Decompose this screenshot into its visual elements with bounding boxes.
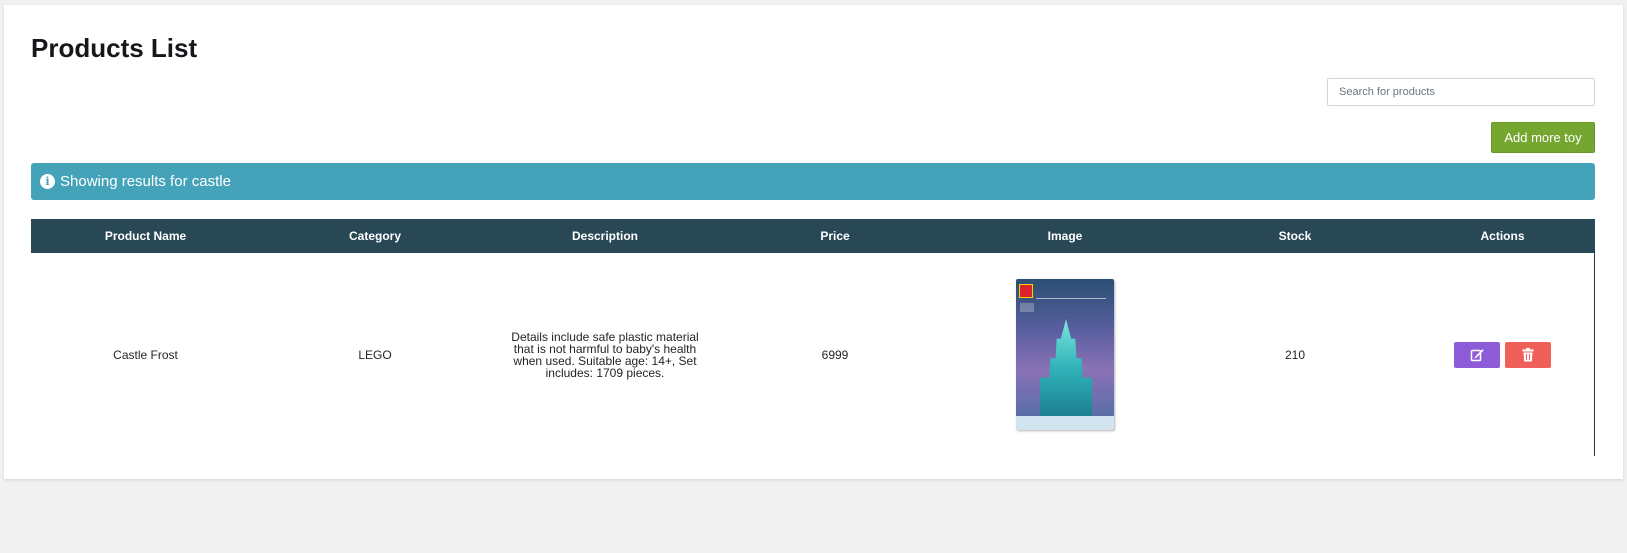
column-header-product-name: Product Name [104, 229, 187, 243]
product-image [1016, 279, 1114, 430]
add-more-toy-button[interactable]: Add more toy [1491, 122, 1595, 153]
table-header-row: Product Name Category Description Price … [31, 219, 1595, 253]
cell-stock: 210 [1284, 347, 1306, 362]
products-card: Products List Add more toy i Showing res… [4, 5, 1623, 479]
table-right-border [1594, 253, 1595, 456]
lego-logo [1019, 284, 1033, 298]
trash-icon [1522, 347, 1534, 361]
table-row: Castle Frost LEGO Details include safe p… [31, 253, 1595, 456]
box-base-strip [1016, 416, 1114, 430]
products-table: Product Name Category Description Price … [31, 219, 1595, 456]
info-circle-icon: i [40, 174, 55, 189]
delete-button[interactable] [1504, 341, 1551, 368]
edit-icon [1471, 348, 1485, 361]
cell-actions [1410, 253, 1595, 456]
cell-image [950, 253, 1180, 456]
search-results-alert: i Showing results for castle [31, 163, 1595, 200]
brand-logo [1036, 284, 1106, 299]
cell-category: LEGO [358, 347, 392, 362]
search-input[interactable] [1327, 78, 1595, 106]
column-header-actions: Actions [1480, 229, 1525, 243]
products-table-wrapper: Product Name Category Description Price … [31, 219, 1595, 456]
column-header-price: Price [820, 229, 850, 243]
alert-text: Showing results for castle [60, 173, 231, 190]
column-header-category: Category [348, 229, 401, 243]
castle-illustration [1040, 319, 1092, 417]
page-title: Products List [31, 33, 198, 63]
edit-button[interactable] [1454, 341, 1501, 368]
column-header-stock: Stock [1278, 229, 1312, 243]
column-header-description: Description [571, 229, 638, 243]
age-badge [1020, 303, 1034, 312]
column-header-image: Image [1047, 229, 1083, 243]
cell-price: 6999 [821, 347, 849, 362]
cell-description: Details include safe plastic material th… [511, 329, 699, 380]
cell-product-name: Castle Frost [113, 347, 178, 362]
